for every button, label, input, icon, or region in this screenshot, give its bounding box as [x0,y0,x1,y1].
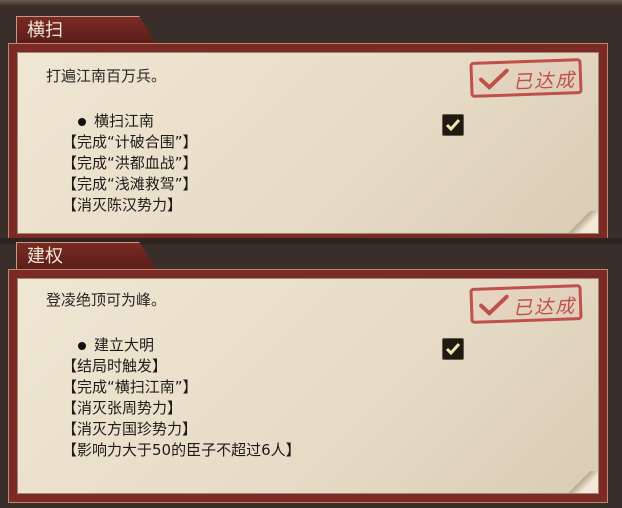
check-stroke-icon [479,68,509,91]
stamp-text: 已达成 [512,69,577,94]
achievement-card: 登凌绝顶可为峰。 已达成 建立大明 【结局时触发】 【完成“横扫江南”】 【消灭… [8,269,608,503]
requirement-item: 【结局时触发】 [62,357,168,375]
paper-background: 打遍江南百万兵。 已达成 横扫江南 【完成“计破合围”】 【完成“洪都血战”】 … [17,52,599,234]
requirement-item: 【消灭陈汉势力】 [62,196,183,214]
goal-title-line: 横扫江南 [78,111,198,132]
goal-title: 横扫江南 [94,112,155,130]
bullet-icon [78,117,86,126]
requirement-item: 【消灭方国珍势力】 [62,420,198,438]
tab-title: 建权 [16,242,156,270]
goal-title: 建立大明 [94,336,155,354]
checkmark-icon [445,119,461,132]
goal-block: 建立大明 【结局时触发】 【完成“横扫江南”】 【消灭张周势力】 【消灭方国珍势… [62,335,301,461]
completed-stamp: 已达成 [469,58,583,98]
completed-stamp: 已达成 [469,284,583,324]
top-frame [0,0,622,6]
bullet-icon [78,341,86,350]
achievement-description: 登凌绝顶可为峰。 [46,291,167,309]
goal-title-line: 建立大明 [78,335,301,356]
tab-title: 横扫 [16,16,156,44]
requirement-item: 【完成“浅滩救驾”】 [62,175,198,193]
requirement-item: 【完成“横扫江南”】 [62,378,198,396]
requirement-item: 【完成“洪都血战”】 [62,154,198,172]
paper-background: 登凌绝顶可为峰。 已达成 建立大明 【结局时触发】 【完成“横扫江南”】 【消灭… [17,278,599,494]
requirement-item: 【影响力大于50的臣子不超过6人】 [62,441,301,459]
goal-checkbox[interactable] [442,114,464,136]
requirement-item: 【消灭张周势力】 [62,399,183,417]
page-curl [562,211,598,233]
achievement-card: 打遍江南百万兵。 已达成 横扫江南 【完成“计破合围”】 【完成“洪都血战”】 … [8,43,608,243]
page-curl [562,471,598,493]
checkmark-icon [445,343,461,356]
stamp-text: 已达成 [512,295,577,320]
achievement-description: 打遍江南百万兵。 [46,67,167,85]
check-stroke-icon [479,294,509,317]
goal-block: 横扫江南 【完成“计破合围”】 【完成“洪都血战”】 【完成“浅滩救驾”】 【消… [62,111,198,216]
goal-checkbox[interactable] [442,338,464,360]
requirement-item: 【完成“计破合围”】 [62,133,198,151]
